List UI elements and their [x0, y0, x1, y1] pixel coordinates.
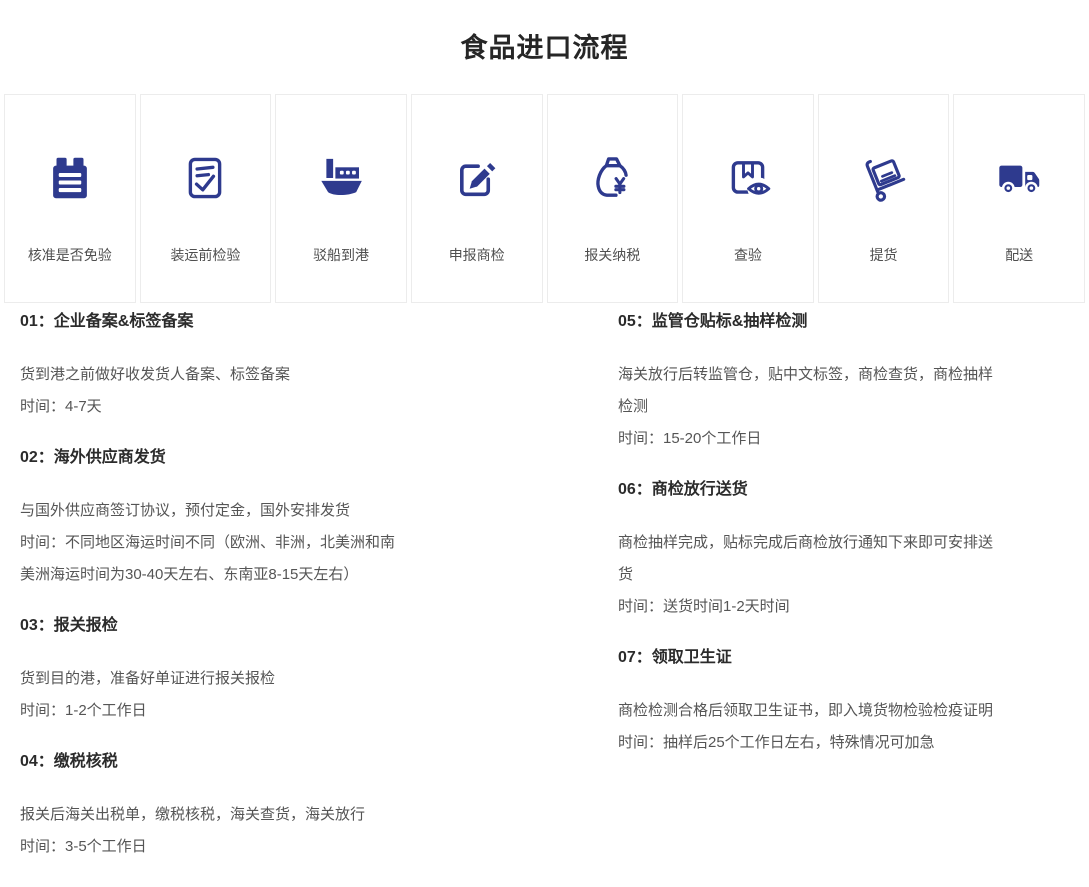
section-description: 商检抽样完成，贴标完成后商检放行通知下来即可安排送 货 [618, 527, 1070, 591]
box-inspect-icon [721, 151, 775, 205]
details-column-left: 01：企业备案&标签备案 货到港之前做好收发货人备案、标签备案 时间：4-7天 … [20, 311, 562, 887]
section-description: 海关放行后转监管仓，贴中文标签，商检查货，商检抽样 检测 [618, 359, 1070, 423]
section-heading: 01：企业备案&标签备案 [20, 311, 562, 333]
section-07: 07：领取卫生证 商检检测合格后领取卫生证书，即入境货物检验检疫证明 时间：抽样… [618, 647, 1070, 759]
step-cell-examination: 查验 [682, 94, 814, 303]
step-label: 配送 [1005, 245, 1033, 265]
section-time: 时间：送货时间1-2天时间 [618, 591, 1070, 623]
step-label: 申报商检 [449, 245, 505, 265]
step-label: 提货 [870, 245, 898, 265]
step-label: 报关纳税 [584, 245, 640, 265]
section-description: 与国外供应商签订协议，预付定金，国外安排发货 [20, 495, 562, 527]
clipboard-icon [43, 151, 97, 205]
step-cell-customs-tax: 报关纳税 [547, 94, 679, 303]
section-03: 03：报关报检 货到目的港，准备好单证进行报关报检 时间：1-2个工作日 [20, 615, 562, 727]
section-04: 04：缴税核税 报关后海关出税单，缴税核税，海关查货，海关放行 时间：3-5个工… [20, 751, 562, 863]
section-description: 货到目的港，准备好单证进行报关报检 [20, 663, 562, 695]
section-time: 时间：4-7天 [20, 391, 562, 423]
section-06: 06：商检放行送货 商检抽样完成，贴标完成后商检放行通知下来即可安排送 货 时间… [618, 479, 1070, 623]
step-cell-pickup: 提货 [818, 94, 950, 303]
step-cell-approval: 核准是否免验 [4, 94, 136, 303]
section-heading: 05：监管仓贴标&抽样检测 [618, 311, 1070, 333]
step-label: 核准是否免验 [28, 245, 112, 265]
section-time: 时间：不同地区海运时间不同（欧洲、非洲，北美洲和南 美洲海运时间为30-40天左… [20, 527, 562, 591]
section-time: 时间：抽样后25个工作日左右，特殊情况可加急 [618, 727, 1070, 759]
section-heading: 03：报关报检 [20, 615, 562, 637]
step-label: 驳船到港 [313, 245, 369, 265]
ship-icon [314, 151, 368, 205]
section-time: 时间：15-20个工作日 [618, 423, 1070, 455]
section-time: 时间：3-5个工作日 [20, 831, 562, 863]
step-label: 查验 [734, 245, 762, 265]
details-column-right: 05：监管仓贴标&抽样检测 海关放行后转监管仓，贴中文标签，商检查货，商检抽样 … [618, 311, 1070, 887]
section-description: 商检检测合格后领取卫生证书，即入境货物检验检疫证明 [618, 695, 1070, 727]
section-description: 货到港之前做好收发货人备案、标签备案 [20, 359, 562, 391]
section-heading: 04：缴税核税 [20, 751, 562, 773]
section-time: 时间：1-2个工作日 [20, 695, 562, 727]
step-label: 装运前检验 [170, 245, 240, 265]
process-steps-grid: 核准是否免验 装运前检验 [4, 94, 1085, 303]
money-bag-icon [585, 151, 639, 205]
section-01: 01：企业备案&标签备案 货到港之前做好收发货人备案、标签备案 时间：4-7天 [20, 311, 562, 423]
step-cell-arrival-port: 驳船到港 [275, 94, 407, 303]
handtruck-icon [857, 151, 911, 205]
section-heading: 02：海外供应商发货 [20, 447, 562, 469]
section-heading: 07：领取卫生证 [618, 647, 1070, 669]
step-cell-preshipment-inspection: 装运前检验 [140, 94, 272, 303]
process-details: 01：企业备案&标签备案 货到港之前做好收发货人备案、标签备案 时间：4-7天 … [0, 303, 1089, 887]
section-05: 05：监管仓贴标&抽样检测 海关放行后转监管仓，贴中文标签，商检查货，商检抽样 … [618, 311, 1070, 455]
page-title: 食品进口流程 [0, 28, 1089, 68]
section-heading: 06：商检放行送货 [618, 479, 1070, 501]
section-02: 02：海外供应商发货 与国外供应商签订协议，预付定金，国外安排发货 时间：不同地… [20, 447, 562, 591]
step-cell-delivery: 配送 [953, 94, 1085, 303]
step-cell-declare-inspection: 申报商检 [411, 94, 543, 303]
checklist-icon [178, 151, 232, 205]
edit-icon [450, 151, 504, 205]
section-description: 报关后海关出税单，缴税核税，海关查货，海关放行 [20, 799, 562, 831]
truck-icon [992, 151, 1046, 205]
